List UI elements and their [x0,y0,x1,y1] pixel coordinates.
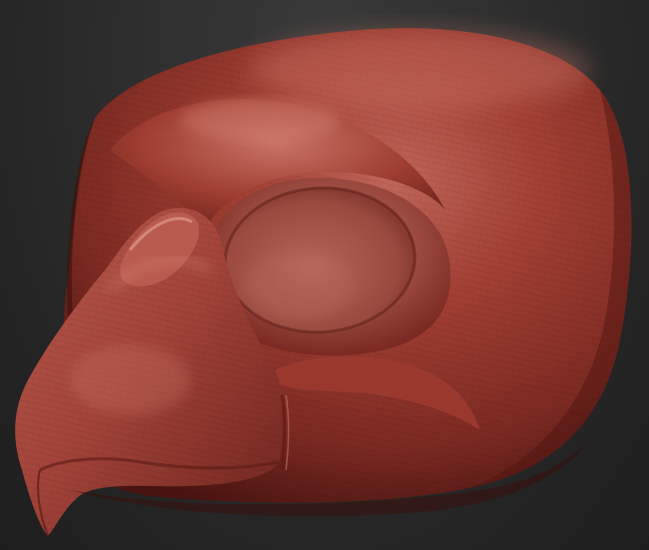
sculpt-viewport[interactable] [0,0,649,550]
bird-skull-mask-model [15,28,632,537]
